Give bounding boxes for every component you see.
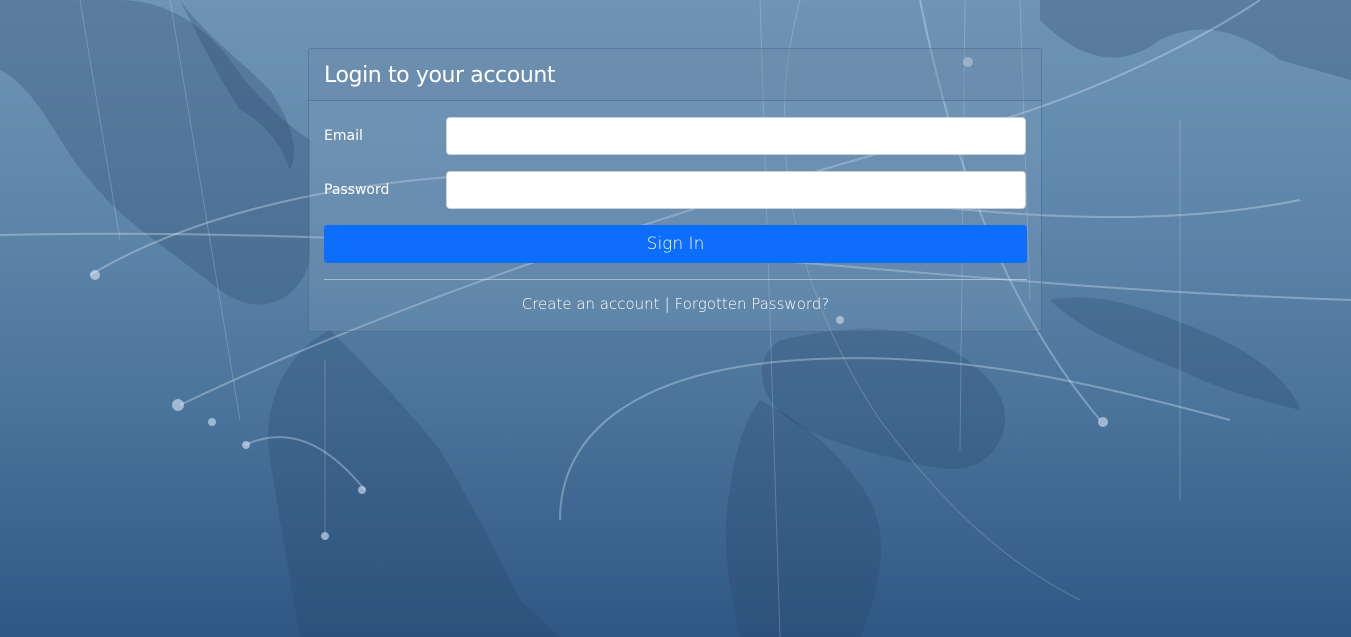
link-separator: | xyxy=(664,295,670,313)
page-title: Login to your account xyxy=(324,63,556,88)
login-form: Email Password Sign In Create an account… xyxy=(309,101,1041,313)
password-field[interactable] xyxy=(445,171,1026,209)
account-links: Create an account | Forgotten Password? xyxy=(324,295,1027,313)
divider xyxy=(324,279,1027,280)
forgotten-password-link[interactable]: Forgotten Password? xyxy=(675,295,830,313)
email-label: Email xyxy=(324,128,363,144)
login-panel: Login to your account Email Password Sig… xyxy=(308,48,1042,332)
login-panel-header: Login to your account xyxy=(309,49,1041,101)
login-page: Login to your account Email Password Sig… xyxy=(0,0,1351,637)
email-row: Email xyxy=(324,117,1026,155)
password-label: Password xyxy=(324,182,390,198)
sign-in-button[interactable]: Sign In xyxy=(324,225,1027,263)
email-field[interactable] xyxy=(445,117,1026,155)
password-row: Password xyxy=(324,171,1026,209)
create-account-link[interactable]: Create an account xyxy=(522,295,660,313)
